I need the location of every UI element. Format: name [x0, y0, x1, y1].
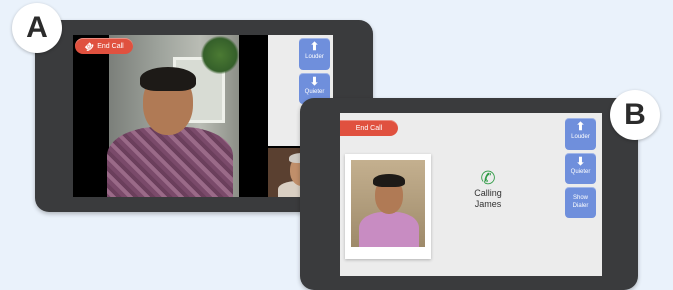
arrow-up-icon: ⬆ — [575, 121, 586, 133]
louder-label: Louder — [571, 134, 590, 140]
remote-person-body — [107, 127, 233, 197]
remote-person-hair — [140, 67, 196, 91]
end-call-label: End Call — [97, 42, 124, 50]
contact-photo-card — [345, 154, 431, 259]
quieter-label: Quieter — [304, 89, 325, 95]
arrow-down-icon: ⬇ — [309, 76, 320, 88]
end-call-button[interactable]: ☎ End Call — [75, 38, 133, 54]
phone-ringing-icon: ✆ — [480, 168, 496, 188]
calling-label: Calling — [474, 188, 502, 198]
quieter-label: Quieter — [570, 169, 591, 175]
contact-person-body — [359, 212, 419, 247]
arrow-up-icon: ⬆ — [309, 41, 320, 53]
louder-button[interactable]: ⬆ Louder — [565, 118, 596, 150]
quieter-button[interactable]: ⬇ Quieter — [565, 153, 596, 184]
louder-label: Louder — [305, 54, 324, 60]
contact-person-hair — [373, 174, 405, 187]
badge-a: A — [12, 3, 62, 53]
tablet-calling-screen: ✆ Calling James End Call ⬆ Louder ⬇ Quie… — [300, 98, 638, 290]
video-call-screen — [73, 35, 333, 197]
contact-name: James — [474, 199, 502, 209]
calling-screen: ✆ Calling James — [340, 113, 602, 276]
calling-status: ✆ Calling James — [452, 168, 524, 210]
video-background-plant — [201, 35, 239, 75]
arrow-down-icon: ⬇ — [575, 156, 586, 168]
badge-b: B — [610, 90, 660, 140]
louder-button[interactable]: ⬆ Louder — [299, 38, 330, 70]
show-dialer-button[interactable]: Show Dialer — [565, 187, 596, 218]
end-call-button[interactable]: End Call — [340, 120, 398, 136]
phone-icon: ☎ — [82, 39, 96, 53]
remote-video-feed — [73, 35, 266, 197]
end-call-label: End Call — [355, 124, 383, 132]
show-dialer-label: Show Dialer — [572, 195, 589, 209]
contact-photo — [351, 160, 425, 247]
